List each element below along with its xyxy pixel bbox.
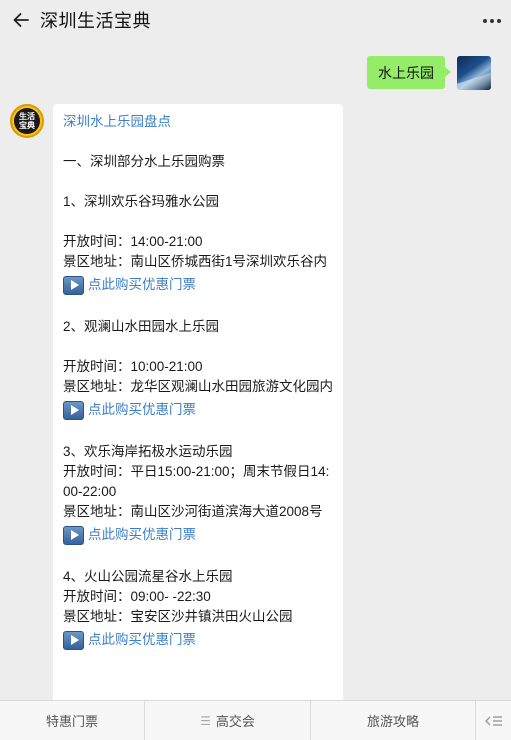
park-name: 4、火山公园流星谷水上乐园 xyxy=(63,569,233,584)
park-hours: 开放时间：09:00- -22:30 xyxy=(63,589,211,604)
buy-ticket-label: 点此购买优惠门票 xyxy=(88,632,196,647)
buy-ticket-label: 点此购买优惠门票 xyxy=(88,402,196,417)
park-address: 景区地址：龙华区观澜山水田园旅游文化园内 xyxy=(63,379,333,394)
menu-item-travel-guide[interactable]: 旅游攻略 xyxy=(311,701,476,740)
menu-item-hightech-fair[interactable]: ☰ 高交会 xyxy=(145,701,311,740)
incoming-bubble: 深圳水上乐园盘点 一、深圳部分水上乐园购票 1、深圳欢乐谷玛雅水公园 开放时间：… xyxy=(53,104,343,714)
bot-avatar[interactable]: 生活 宝典 xyxy=(10,104,44,138)
bot-avatar-logo: 生活 宝典 xyxy=(14,108,40,134)
park-address: 景区地址：南山区侨城西街1号深圳欢乐谷内 xyxy=(63,254,328,269)
park-name: 1、深圳欢乐谷玛雅水公园 xyxy=(63,194,220,209)
menu-item-label: 高交会 xyxy=(215,714,255,729)
page-title: 深圳生活宝典 xyxy=(40,11,151,31)
keyboard-switch-icon xyxy=(484,715,502,726)
play-icon xyxy=(63,275,84,295)
user-avatar[interactable] xyxy=(457,56,491,90)
park-hours: 开放时间：14:00-21:00 xyxy=(63,234,203,249)
chat-screen: 深圳生活宝典 水上乐园 生活 宝典 深圳水上乐园盘点 一、深圳部分水上乐园购票 … xyxy=(0,0,511,740)
park-address: 景区地址：南山区沙河街道滨海大道2008号 xyxy=(63,504,323,519)
buy-ticket-label: 点此购买优惠门票 xyxy=(88,277,196,292)
menu-item-label: 特惠门票 xyxy=(45,714,98,729)
article-title-link[interactable]: 深圳水上乐园盘点 xyxy=(63,112,335,132)
bot-avatar-text-top: 生活 xyxy=(19,112,35,121)
section-heading: 一、深圳部分水上乐园购票 xyxy=(63,154,225,169)
menu-item-tickets[interactable]: 特惠门票 xyxy=(0,701,145,740)
play-icon xyxy=(63,630,84,650)
header-bar: 深圳生活宝典 xyxy=(0,0,511,40)
buy-ticket-label: 点此购买优惠门票 xyxy=(88,527,196,542)
back-arrow-icon[interactable] xyxy=(4,0,38,40)
bottom-menu: 特惠门票 ☰ 高交会 旅游攻略 xyxy=(0,700,511,740)
buy-ticket-link[interactable]: 点此购买优惠门票 xyxy=(63,398,335,422)
park-hours: 开放时间：平日15:00-21:00；周末节假日14:00-22:00 xyxy=(63,464,330,499)
bot-avatar-text-bottom: 宝典 xyxy=(19,121,35,130)
play-icon xyxy=(63,400,84,420)
play-icon xyxy=(63,525,84,545)
menu-item-label: 旅游攻略 xyxy=(366,714,419,729)
buy-ticket-link[interactable]: 点此购买优惠门票 xyxy=(63,523,335,547)
park-name: 3、欢乐海岸拓极水运动乐园 xyxy=(63,444,233,459)
submenu-icon: ☰ xyxy=(200,713,211,728)
keyboard-switch-button[interactable] xyxy=(476,701,511,740)
outgoing-bubble[interactable]: 水上乐园 xyxy=(367,56,451,89)
buy-ticket-link[interactable]: 点此购买优惠门票 xyxy=(63,628,335,652)
more-options-icon[interactable] xyxy=(481,10,503,32)
buy-ticket-link[interactable]: 点此购买优惠门票 xyxy=(63,273,335,297)
park-hours: 开放时间：10:00-21:00 xyxy=(63,359,203,374)
park-name: 2、观澜山水田园水上乐园 xyxy=(63,319,220,334)
outgoing-message: 水上乐园 xyxy=(367,56,491,90)
park-address: 景区地址：宝安区沙井镇洪田火山公园 xyxy=(63,609,293,624)
